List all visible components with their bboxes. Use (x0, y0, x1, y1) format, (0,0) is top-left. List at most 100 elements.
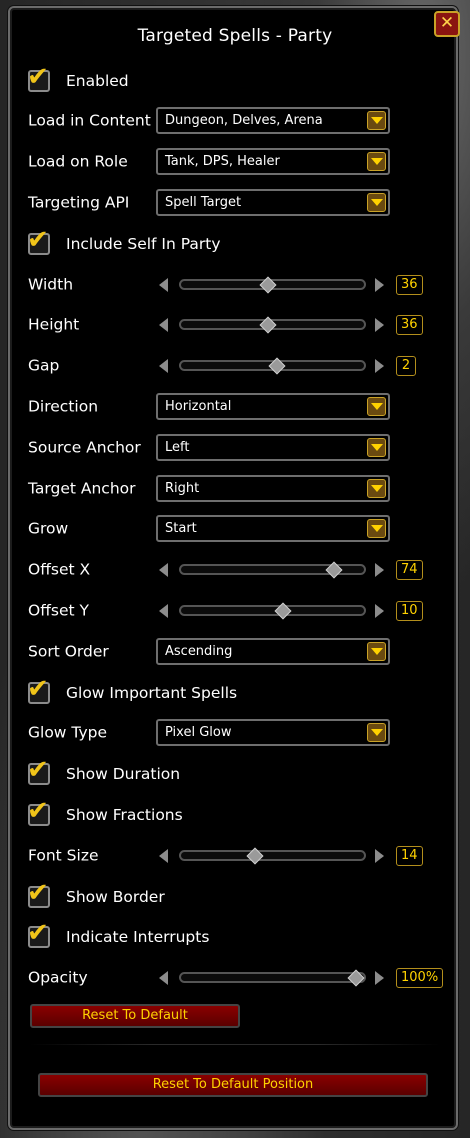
chevron-down-icon[interactable] (367, 111, 386, 130)
opacity-slider[interactable] (179, 972, 366, 983)
glow-important-spells-toggle[interactable]: ✔ Glow Important Spells (27, 675, 428, 708)
checkbox[interactable]: ✔ (27, 675, 50, 704)
reset-to-default-button[interactable]: Reset To Default (30, 1004, 240, 1028)
setting-label: Direction (28, 397, 99, 416)
chevron-left-icon[interactable] (159, 604, 168, 618)
setting-label: Source Anchor (28, 438, 141, 457)
setting-row-width: Width 36 (28, 270, 438, 300)
chevron-right-icon[interactable] (375, 278, 384, 292)
close-icon: ✕ (439, 13, 455, 33)
dropdown-value: Left (165, 440, 190, 455)
setting-row-include-self-in-party: ✔ Include Self In Party (27, 226, 438, 259)
setting-row-opacity: Opacity 100% (28, 963, 444, 993)
setting-label: Offset Y (28, 601, 89, 620)
show-border-toggle[interactable]: ✔ Show Border (27, 879, 428, 912)
indicate-interrupts-toggle[interactable]: ✔ Indicate Interrupts (27, 919, 428, 952)
checkbox[interactable]: ✔ (27, 226, 50, 255)
setting-label: Gap (28, 356, 60, 375)
include-self-in-party-toggle[interactable]: ✔ Include Self In Party (27, 226, 428, 259)
close-button[interactable]: ✕ (434, 11, 460, 37)
setting-row-show-fractions: ✔ Show Fractions (27, 797, 438, 830)
show-fractions-toggle[interactable]: ✔ Show Fractions (27, 797, 428, 830)
chevron-down-icon[interactable] (367, 152, 386, 171)
reset-to-default-position-button[interactable]: Reset To Default Position (38, 1073, 428, 1097)
sort-order-dropdown[interactable]: Ascending (156, 638, 390, 665)
chevron-right-icon[interactable] (375, 604, 384, 618)
setting-row-gap: Gap 2 (28, 351, 438, 381)
checkbox[interactable]: ✔ (27, 756, 50, 785)
setting-row-font-size: Font Size 14 (28, 841, 438, 871)
value-box[interactable]: 36 (396, 315, 423, 335)
setting-label: Glow Type (28, 723, 108, 742)
chevron-down-icon[interactable] (367, 438, 386, 457)
setting-row-enabled: ✔ Enabled (27, 63, 438, 96)
checkbox-label: Include Self In Party (66, 235, 221, 253)
dropdown-value: Start (165, 521, 197, 536)
chevron-right-icon[interactable] (375, 318, 384, 332)
chevron-down-icon[interactable] (367, 723, 386, 742)
setting-label: Load on Role (28, 152, 128, 171)
checkbox[interactable]: ✔ (27, 63, 50, 92)
checkbox-label: Glow Important Spells (66, 684, 238, 702)
setting-row-source-anchor: Source Anchor Left (28, 433, 438, 463)
load-in-content-dropdown[interactable]: Dungeon, Delves, Arena (156, 107, 390, 134)
chevron-right-icon[interactable] (375, 849, 384, 863)
value-box[interactable]: 100% (396, 968, 444, 988)
chevron-down-icon[interactable] (367, 519, 386, 538)
setting-row-show-duration: ✔ Show Duration (27, 756, 438, 789)
chevron-down-icon[interactable] (367, 642, 386, 661)
value-box[interactable]: 2 (396, 356, 416, 376)
value-box[interactable]: 10 (396, 601, 423, 621)
setting-row-target-anchor: Target Anchor Right (28, 474, 438, 504)
checkbox-label: Show Fractions (66, 806, 183, 824)
checkbox[interactable]: ✔ (27, 919, 50, 948)
checkmark-icon: ✔ (27, 674, 49, 704)
targeting-api-dropdown[interactable]: Spell Target (156, 189, 390, 216)
setting-label: Targeting API (28, 193, 130, 212)
chevron-left-icon[interactable] (159, 359, 168, 373)
dropdown-value: Horizontal (165, 399, 232, 414)
enabled-toggle[interactable]: ✔ Enabled (27, 63, 428, 96)
chevron-right-icon[interactable] (375, 563, 384, 577)
chevron-left-icon[interactable] (159, 971, 168, 985)
checkmark-icon: ✔ (27, 62, 49, 92)
checkbox[interactable]: ✔ (27, 879, 50, 908)
chevron-down-icon[interactable] (367, 479, 386, 498)
offset-y-slider[interactable] (179, 605, 366, 616)
setting-label: Load in Content (28, 111, 151, 130)
dropdown-value: Ascending (165, 644, 233, 659)
load-on-role-dropdown[interactable]: Tank, DPS, Healer (156, 148, 390, 175)
setting-label: Grow (28, 519, 69, 538)
setting-label: Sort Order (28, 642, 109, 661)
direction-dropdown[interactable]: Horizontal (156, 393, 390, 420)
chevron-right-icon[interactable] (375, 359, 384, 373)
setting-row-load-on-role: Load on Role Tank, DPS, Healer (28, 147, 438, 177)
chevron-left-icon[interactable] (159, 318, 168, 332)
value-box[interactable]: 36 (396, 275, 423, 295)
value-box[interactable]: 74 (396, 560, 423, 580)
show-duration-toggle[interactable]: ✔ Show Duration (27, 756, 428, 789)
chevron-left-icon[interactable] (159, 563, 168, 577)
checkbox[interactable]: ✔ (27, 797, 50, 826)
value-box[interactable]: 14 (396, 846, 423, 866)
chevron-down-icon[interactable] (367, 193, 386, 212)
chevron-left-icon[interactable] (159, 278, 168, 292)
setting-label: Offset X (28, 560, 91, 579)
setting-row-direction: Direction Horizontal (28, 392, 438, 422)
checkmark-icon: ✔ (27, 755, 49, 785)
font-size-slider[interactable] (179, 850, 366, 861)
source-anchor-dropdown[interactable]: Left (156, 434, 390, 461)
dropdown-value: Tank, DPS, Healer (165, 154, 280, 169)
checkmark-icon: ✔ (27, 796, 49, 826)
setting-row-offset-y: Offset Y 10 (28, 596, 438, 626)
setting-row-glow-important-spells: ✔ Glow Important Spells (27, 675, 438, 708)
chevron-left-icon[interactable] (159, 849, 168, 863)
glow-type-dropdown[interactable]: Pixel Glow (156, 719, 390, 746)
target-anchor-dropdown[interactable]: Right (156, 475, 390, 502)
chevron-down-icon[interactable] (367, 397, 386, 416)
setting-label: Font Size (28, 846, 99, 865)
checkmark-icon: ✔ (27, 918, 49, 948)
chevron-right-icon[interactable] (375, 971, 384, 985)
grow-dropdown[interactable]: Start (156, 515, 390, 542)
dropdown-value: Dungeon, Delves, Arena (165, 113, 323, 128)
